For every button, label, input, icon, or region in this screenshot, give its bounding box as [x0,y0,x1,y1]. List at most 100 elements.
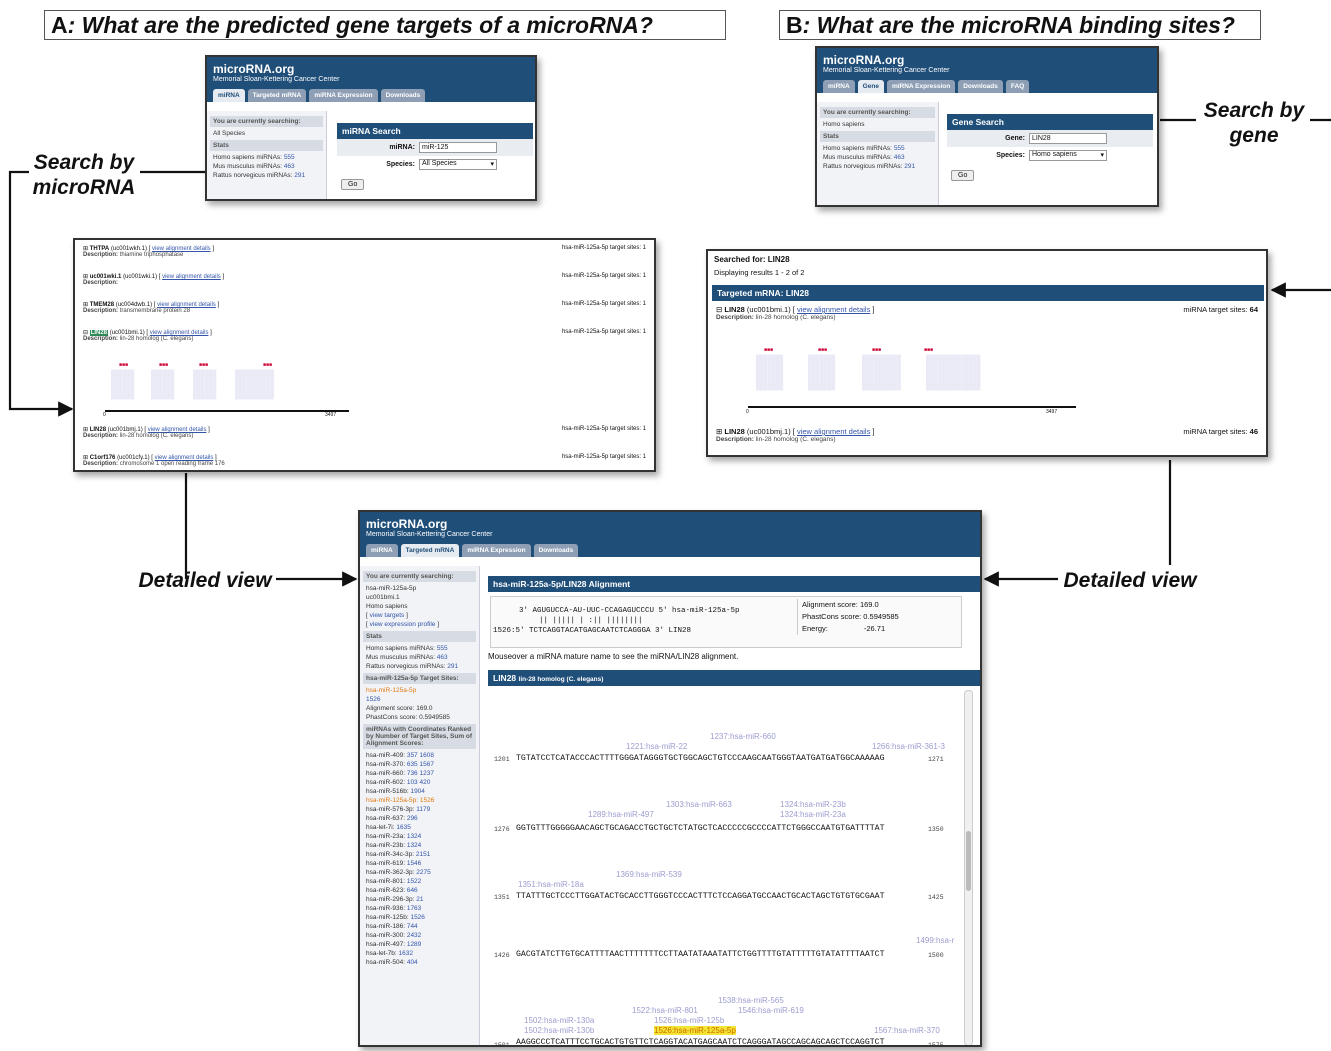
go-button[interactable]: Go [341,179,365,190]
stat-value[interactable]: 291 [904,163,915,170]
ranked-mirna-position[interactable]: 635 1567 [407,761,434,768]
stat-value[interactable]: 555 [437,645,448,652]
mirna-site-label[interactable]: 1369:hsa-miR-539 [616,870,682,879]
target-site-name[interactable]: hsa-miR-125a-5p [363,686,476,695]
stat-value[interactable]: 291 [447,663,458,670]
mirna-site-label[interactable]: 1502:hsa-miR-130b [524,1026,594,1035]
ranked-mirna-position[interactable]: 1904 [410,788,424,795]
ranked-mirna-position[interactable]: 1324 [407,842,421,849]
mirna-site-label[interactable]: 1526:hsa-miR-125b [654,1016,724,1025]
sequence-scrollbar[interactable] [964,690,973,1045]
tab-gene[interactable]: Gene [857,80,884,93]
tab-downloads[interactable]: Downloads [380,89,426,102]
stat-value[interactable]: 555 [284,154,295,161]
view-targets-link[interactable]: [ view targets ] [363,611,476,620]
panel-a-question: : What are the predicted gene targets of… [67,12,653,38]
species-select[interactable]: Homo sapiens ▾ [1029,150,1107,161]
species-select[interactable]: All Species ▾ [419,159,497,170]
ranked-mirna-position[interactable]: 296 [407,815,418,822]
ranked-mirna-position[interactable]: 404 [407,959,418,966]
ranked-mirna-position[interactable]: 21 [416,896,423,903]
ranked-mirna-position[interactable]: 744 [407,923,418,930]
ranked-mirna-position[interactable]: 1635 [396,824,410,831]
stat-value[interactable]: 463 [437,654,448,661]
view-profile-link[interactable]: [ view expression profile ] [363,620,476,629]
tab-downloads[interactable]: Downloads [958,80,1003,93]
ranked-mirna-position[interactable]: 646 [407,887,418,894]
tab-mirna[interactable]: miRNA [823,80,855,93]
mirna-site-label[interactable]: 1303:hsa-miR-663 [666,800,732,809]
gene-input[interactable]: LIN28 [1029,133,1107,144]
target-site-position-value[interactable]: 1526 [366,696,380,703]
expand-icon[interactable]: ⊞ [716,427,722,436]
ranked-mirna-position[interactable]: 1632 [399,950,413,957]
ranked-mirna-name: hsa-miR-300: [366,932,406,939]
stat-value[interactable]: 463 [894,154,905,161]
view-profile-text[interactable]: view expression profile [370,621,436,628]
ranked-mirna-position[interactable]: 1526 [410,914,424,921]
mirna-site-label[interactable]: 1522:hsa-miR-801 [632,1006,698,1015]
stat-value[interactable]: 555 [894,145,905,152]
mirna-site-label[interactable]: 1567:hsa-miR-370 [874,1026,940,1035]
mirna-input[interactable]: miR-125 [419,142,497,153]
mirna-site-label[interactable]: 1538:hsa-miR-565 [718,996,784,1005]
searching-item: All Species [213,130,246,137]
mirna-site-label[interactable]: 1351:hsa-miR-18a [518,880,584,889]
tab-downloads[interactable]: Downloads [533,544,579,557]
alignment-score: Alignment score: 169.0 [802,600,879,609]
ranked-header: miRNAs with Coordinates Ranked by Number… [363,724,476,749]
ranked-mirna-name: hsa-miR-801: [366,878,406,885]
ranked-mirna-position[interactable]: 2151 [416,851,430,858]
ranked-mirna-position[interactable]: 2432 [407,932,421,939]
ranked-mirna-position[interactable]: 1289 [407,941,421,948]
ranked-mirna-name: hsa-miR-576-3p: [366,806,415,813]
ranked-mirna-position[interactable]: 1526 [420,797,434,804]
stats-header: Stats [363,631,476,642]
alignment-link[interactable]: view alignment details [797,305,870,314]
stat-value[interactable]: 291 [294,172,305,179]
result-id: (uc001bmi.1) [746,305,791,314]
mirna-site-label[interactable]: 1324:hsa-miR-23a [780,810,846,819]
go-button[interactable]: Go [951,170,975,181]
tab-targeted-mrna[interactable]: Targeted mRNA [400,544,460,557]
ranked-mirna-position[interactable]: 1179 [416,806,430,813]
tab-mirna-expression[interactable]: miRNA Expression [886,80,956,93]
tab-faq[interactable]: FAQ [1005,80,1030,93]
description-label: Description: [83,461,119,467]
tab-mirna[interactable]: miRNA [366,544,398,557]
sequence-scroll-area[interactable]: 1201 TGTATCCTCATACCCACTTTTGGGATAGGGTGCTG… [488,686,972,1045]
sites-label: miRNA target sites: [1183,427,1248,436]
alignment-link[interactable]: view alignment details [162,274,221,280]
callout-detailed-view-right: Detailed view [1063,569,1197,592]
result-sites: hsa-miR-125a-5p target sites: 1 [561,454,646,460]
ranked-mirna-position[interactable]: 2275 [416,869,430,876]
mirna-site-label-selected[interactable]: 1526:hsa-miR-125a-5p [654,1026,736,1035]
ranked-mirna-position[interactable]: 736 1237 [407,770,434,777]
alignment-link[interactable]: view alignment details [797,427,870,436]
result-sites: miRNA target sites: 46 [1183,427,1258,436]
tab-mirna[interactable]: miRNA [213,89,245,102]
tab-mirna-expression[interactable]: miRNA Expression [309,89,378,102]
ranked-mirna-position[interactable]: 1324 [407,833,421,840]
mirna-site-label[interactable]: 1289:hsa-miR-497 [588,810,654,819]
map-mirna-cluster: ▒▒▒▒▒▒▒▒▒▒▒▒▒▒▒▒▒▒▒▒▒▒▒▒▒▒▒▒▒▒▒▒▒▒▒▒▒▒▒▒… [235,370,274,400]
mirna-site-label[interactable]: 1546:hsa-miR-619 [738,1006,804,1015]
mirna-site-label[interactable]: 1502:hsa-miR-130a [524,1016,594,1025]
mirna-site-label[interactable]: 1266:hsa-miR-361-3 [872,742,945,751]
ranked-mirna-position[interactable]: 1522 [407,878,421,885]
ranked-mirna-position[interactable]: 103 420 [407,779,431,786]
gene-search-panel: Gene Search Gene: LIN28 Species: Homo sa… [947,114,1153,182]
mirna-site-label[interactable]: 1221:hsa-miR-22 [626,742,687,751]
tab-mirna-expression[interactable]: miRNA Expression [462,544,531,557]
tab-targeted-mrna[interactable]: Targeted mRNA [247,89,307,102]
scrollbar-thumb[interactable] [966,831,971,891]
stat-value[interactable]: 463 [284,163,295,170]
ranked-mirna-position[interactable]: 1546 [407,860,421,867]
ranked-mirna-position[interactable]: 1763 [407,905,421,912]
mirna-site-label[interactable]: 1324:hsa-miR-23b [780,800,846,809]
mirna-site-label[interactable]: 1499:hsa-r [916,936,954,945]
view-targets-text[interactable]: view targets [370,612,405,619]
mirna-site-label[interactable]: 1237:hsa-miR-660 [710,732,776,741]
collapse-icon[interactable]: ⊟ [716,305,722,314]
ranked-mirna-position[interactable]: 357 1608 [407,752,434,759]
